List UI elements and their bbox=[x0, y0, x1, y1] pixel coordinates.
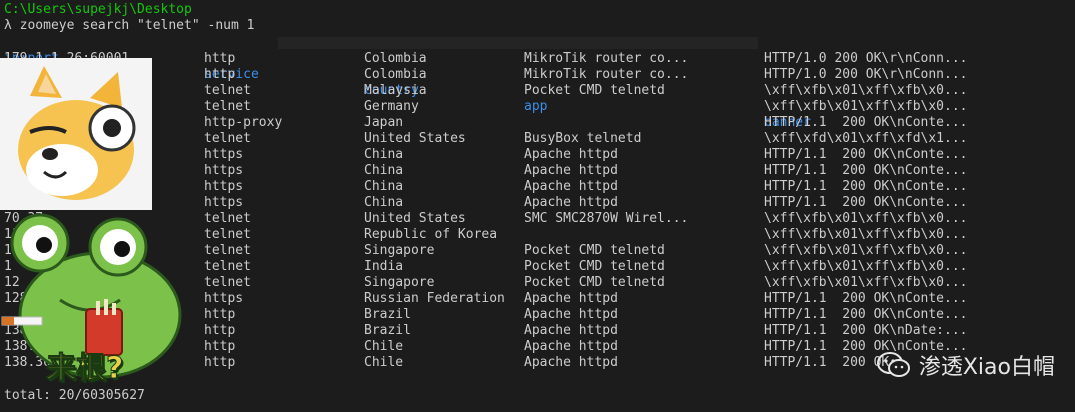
table-row: 179.1.1.26:60001httpColombiaMikroTik rou… bbox=[4, 51, 1064, 67]
cell-service: telnet bbox=[204, 131, 251, 146]
cell-service: https bbox=[204, 291, 244, 306]
cell-country: United States bbox=[364, 131, 466, 146]
cell-banner: \xff\xfb\x01\xff\xfb\x0... bbox=[764, 83, 968, 98]
cell-banner: HTTP/1.1 200 OK\nConte... bbox=[764, 195, 968, 210]
table-row: telnet Malaysia Pocket CMD telnetd \xff\xfb… bbox=[4, 83, 1064, 99]
cell-service: http bbox=[204, 51, 236, 66]
cell-app: SMC SMC2870W Wirel... bbox=[524, 211, 689, 226]
cell-banner: HTTP/1.1 200 OK\nConte... bbox=[764, 147, 968, 162]
cell-service: telnet bbox=[204, 227, 251, 242]
cell-service: http-proxy bbox=[204, 115, 283, 130]
cell-service: telnet bbox=[204, 243, 251, 258]
cell-country: India bbox=[364, 259, 404, 274]
cell-country: United States bbox=[364, 211, 466, 226]
cell-app: MikroTik router co... bbox=[524, 67, 689, 82]
cell-app: Apache httpd bbox=[524, 195, 618, 210]
cell-service: telnet bbox=[204, 211, 251, 226]
cell-banner: HTTP/1.1 200 OK\nConte... bbox=[764, 163, 968, 178]
watermark: 渗透Xiao白帽 bbox=[876, 350, 1055, 380]
cell-country: Malaysia bbox=[364, 83, 427, 98]
cell-banner: HTTP/1.1 200 OK\nConte... bbox=[764, 291, 968, 306]
cell-service: http bbox=[204, 67, 236, 82]
prompt-path: C:\Users\supejkj\Desktop bbox=[4, 2, 192, 17]
frog-caption: 来根? bbox=[45, 351, 124, 387]
cell-country: China bbox=[364, 147, 404, 162]
cell-country: Brazil bbox=[364, 307, 411, 322]
cell-service: telnet bbox=[204, 83, 251, 98]
cell-banner: \xff\xfd\x01\xff\xfd\x1... bbox=[764, 131, 968, 146]
table-row: 1httpsChinaApache httpdHTTP/1.1 200 OK\n… bbox=[4, 147, 1064, 163]
table-row: 01httpsChinaApache httpdHTTP/1.1 200 OK\… bbox=[4, 163, 1064, 179]
table-row: 01httpsChinaApache httpdHTTP/1.1 200 OK\… bbox=[4, 179, 1064, 195]
cell-banner: \xff\xfb\x01\xff\xfb\x0... bbox=[764, 243, 968, 258]
cell-country: Singapore bbox=[364, 275, 435, 290]
cell-banner: HTTP/1.1 200 OK bbox=[764, 355, 890, 370]
cell-app: Pocket CMD telnetd bbox=[524, 275, 665, 290]
cell-service: telnet bbox=[204, 99, 251, 114]
cell-country: Germany bbox=[364, 99, 419, 114]
cell-app: MikroTik router co... bbox=[524, 51, 689, 66]
cell-app: Pocket CMD telnetd bbox=[524, 259, 665, 274]
cell-service: http bbox=[204, 339, 236, 354]
cell-country: Republic of Korea bbox=[364, 227, 498, 242]
cell-banner: HTTP/1.1 200 OK\nDate:... bbox=[764, 323, 968, 338]
wechat-icon bbox=[876, 352, 910, 377]
cell-app: Apache httpd bbox=[524, 163, 618, 178]
ghost-text-overlay bbox=[278, 37, 758, 49]
cell-country: China bbox=[364, 195, 404, 210]
cell-country: Singapore bbox=[364, 243, 435, 258]
cell-service: https bbox=[204, 163, 244, 178]
cell-app: Apache httpd bbox=[524, 147, 618, 162]
cell-country: Brazil bbox=[364, 323, 411, 338]
cell-banner: \xff\xfb\x01\xff\xfb\x0... bbox=[764, 259, 968, 274]
cell-country: Chile bbox=[364, 355, 404, 370]
cell-service: https bbox=[204, 195, 244, 210]
cell-service: telnet bbox=[204, 259, 251, 274]
command-line[interactable]: λ zoomeye search "telnet" -num 1 bbox=[4, 18, 254, 34]
cell-banner: HTTP/1.1 200 OK\nConte... bbox=[764, 307, 968, 322]
cell-banner: HTTP/1.0 200 OK\r\nConn... bbox=[764, 51, 968, 66]
frog-sticker: 来根? bbox=[0, 205, 195, 390]
cell-banner: \xff\xfb\x01\xff\xfb\x0... bbox=[764, 275, 968, 290]
table-row: 0http-proxyJapanHTTP/1.1 200 OK\nConte..… bbox=[4, 115, 1064, 131]
cell-service: http bbox=[204, 323, 236, 338]
cell-app: Pocket CMD telnetd bbox=[524, 243, 665, 258]
cell-banner: \xff\xfb\x01\xff\xfb\x0... bbox=[764, 211, 968, 226]
cell-service: http bbox=[204, 355, 236, 370]
table-row: telnet Germany \xff\xfb\x01\xff\xfb\x0... bbox=[4, 99, 1064, 115]
cell-banner: HTTP/1.0 200 OK\r\nConn... bbox=[764, 67, 968, 82]
cell-app: Apache httpd bbox=[524, 355, 618, 370]
cell-country: China bbox=[364, 163, 404, 178]
cell-country: China bbox=[364, 179, 404, 194]
cell-banner: \xff\xfb\x01\xff\xfb\x0... bbox=[764, 99, 968, 114]
cell-country: Japan bbox=[364, 115, 404, 130]
cell-service: http bbox=[204, 307, 236, 322]
cell-app: Apache httpd bbox=[524, 307, 618, 322]
cell-app: BusyBox telnetd bbox=[524, 131, 642, 146]
cell-country: Chile bbox=[364, 339, 404, 354]
cell-country: Colombia bbox=[364, 51, 427, 66]
cell-banner: HTTP/1.1 200 OK\nConte... bbox=[764, 179, 968, 194]
cell-service: https bbox=[204, 179, 244, 194]
cell-app: Apache httpd bbox=[524, 291, 618, 306]
total-count: total: 20/60305627 bbox=[4, 388, 145, 403]
cell-app: Apache httpd bbox=[524, 179, 618, 194]
cell-app: Pocket CMD telnetd bbox=[524, 83, 665, 98]
cell-country: Russian Federation bbox=[364, 291, 505, 306]
table-row: http Colombia MikroTik router co... HTTP/1.… bbox=[4, 67, 1064, 83]
cell-app: Apache httpd bbox=[524, 339, 618, 354]
cell-country: Colombia bbox=[364, 67, 427, 82]
cell-banner: \xff\xfb\x01\xff\xfb\x0... bbox=[764, 227, 968, 242]
cell-banner: HTTP/1.1 200 OK\nConte... bbox=[764, 115, 968, 130]
watermark-text: 渗透Xiao白帽 bbox=[918, 355, 1055, 380]
table-row: 32telnetUnited StatesBusyBox telnetd\xff… bbox=[4, 131, 1064, 147]
cell-service: telnet bbox=[204, 275, 251, 290]
cell-service: https bbox=[204, 147, 244, 162]
cell-app: Apache httpd bbox=[524, 323, 618, 338]
cat-sticker bbox=[0, 58, 152, 210]
